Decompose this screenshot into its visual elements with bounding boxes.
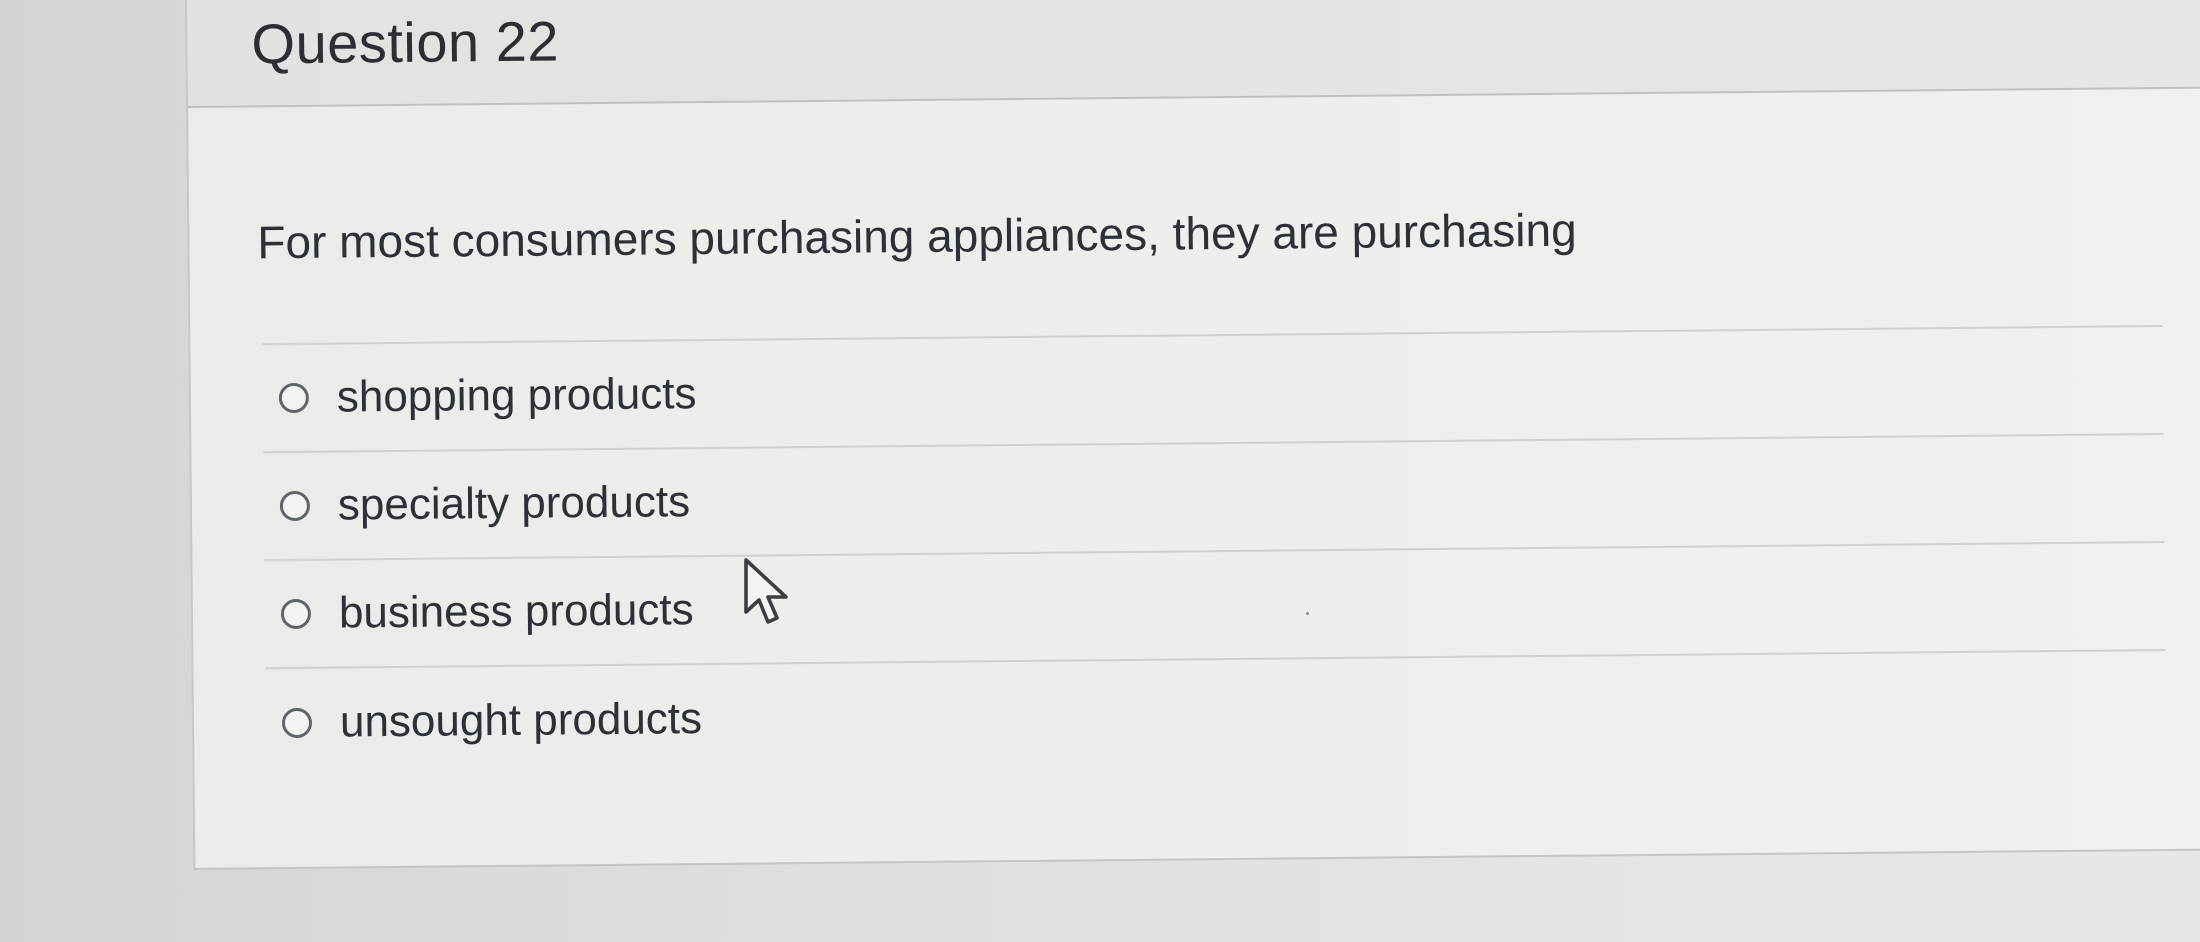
answer-option-business-products[interactable]: business products: [264, 543, 2166, 670]
mouse-pointer-icon: [744, 558, 788, 624]
radio-button-icon[interactable]: [281, 707, 313, 739]
question-title: Question 22: [251, 9, 560, 76]
dust-speck: [1306, 612, 1309, 615]
answer-label: business products: [338, 585, 694, 638]
answer-option-unsought-products[interactable]: unsought products: [265, 651, 2166, 777]
question-text: For most consumers purchasing appliances…: [257, 203, 1577, 269]
answer-option-shopping-products[interactable]: shopping products: [262, 327, 2164, 454]
radio-button-icon[interactable]: [278, 382, 310, 414]
answer-label: unsought products: [339, 694, 703, 747]
radio-button-icon[interactable]: [280, 598, 312, 630]
radio-button-icon[interactable]: [279, 490, 311, 522]
question-header: Question 22: [186, 0, 2200, 108]
question-card: Question 22 For most consumers purchasin…: [185, 0, 2200, 870]
answer-label: specialty products: [337, 477, 691, 530]
answer-list: shopping products specialty products bus…: [262, 325, 2167, 778]
answer-label: shopping products: [336, 369, 697, 422]
answer-option-specialty-products[interactable]: specialty products: [263, 435, 2165, 562]
